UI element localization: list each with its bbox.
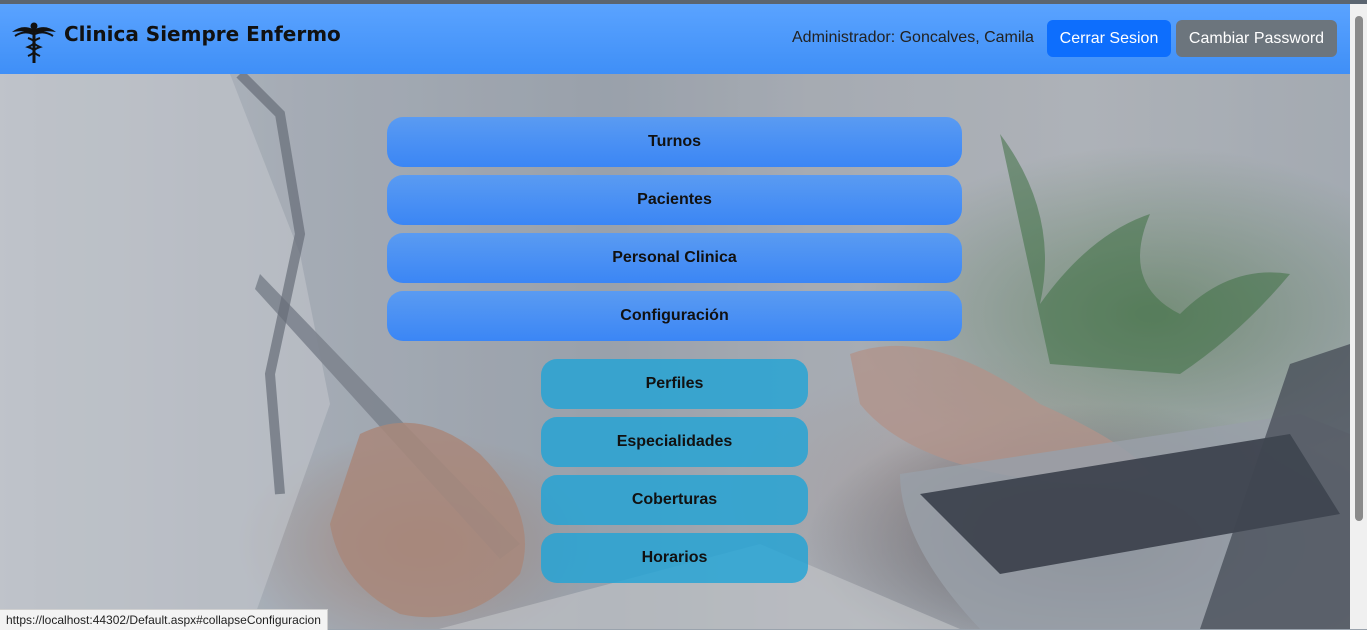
caduceus-icon[interactable] (10, 18, 58, 64)
menu-item-pacientes[interactable]: Pacientes (387, 175, 962, 225)
submenu-item-coberturas[interactable]: Coberturas (541, 475, 808, 525)
status-bar-url: https://localhost:44302/Default.aspx#col… (0, 609, 328, 630)
navbar: Clinica Siempre Enfermo Administrador: G… (0, 4, 1350, 74)
menu-item-personal-clinica[interactable]: Personal Clinica (387, 233, 962, 283)
submenu-item-perfiles[interactable]: Perfiles (541, 359, 808, 409)
submenu-item-horarios[interactable]: Horarios (541, 533, 808, 583)
change-password-button[interactable]: Cambiar Password (1176, 20, 1337, 57)
logout-button[interactable]: Cerrar Sesion (1047, 20, 1171, 57)
user-label: Administrador: Goncalves, Camila (792, 29, 1034, 46)
brand-title[interactable]: Clinica Siempre Enfermo (64, 22, 341, 46)
vertical-scrollbar[interactable] (1350, 4, 1367, 629)
scrollbar-thumb[interactable] (1355, 16, 1363, 521)
menu-item-turnos[interactable]: Turnos (387, 117, 962, 167)
menu-item-configuracion[interactable]: Configuración (387, 291, 962, 341)
submenu-item-especialidades[interactable]: Especialidades (541, 417, 808, 467)
